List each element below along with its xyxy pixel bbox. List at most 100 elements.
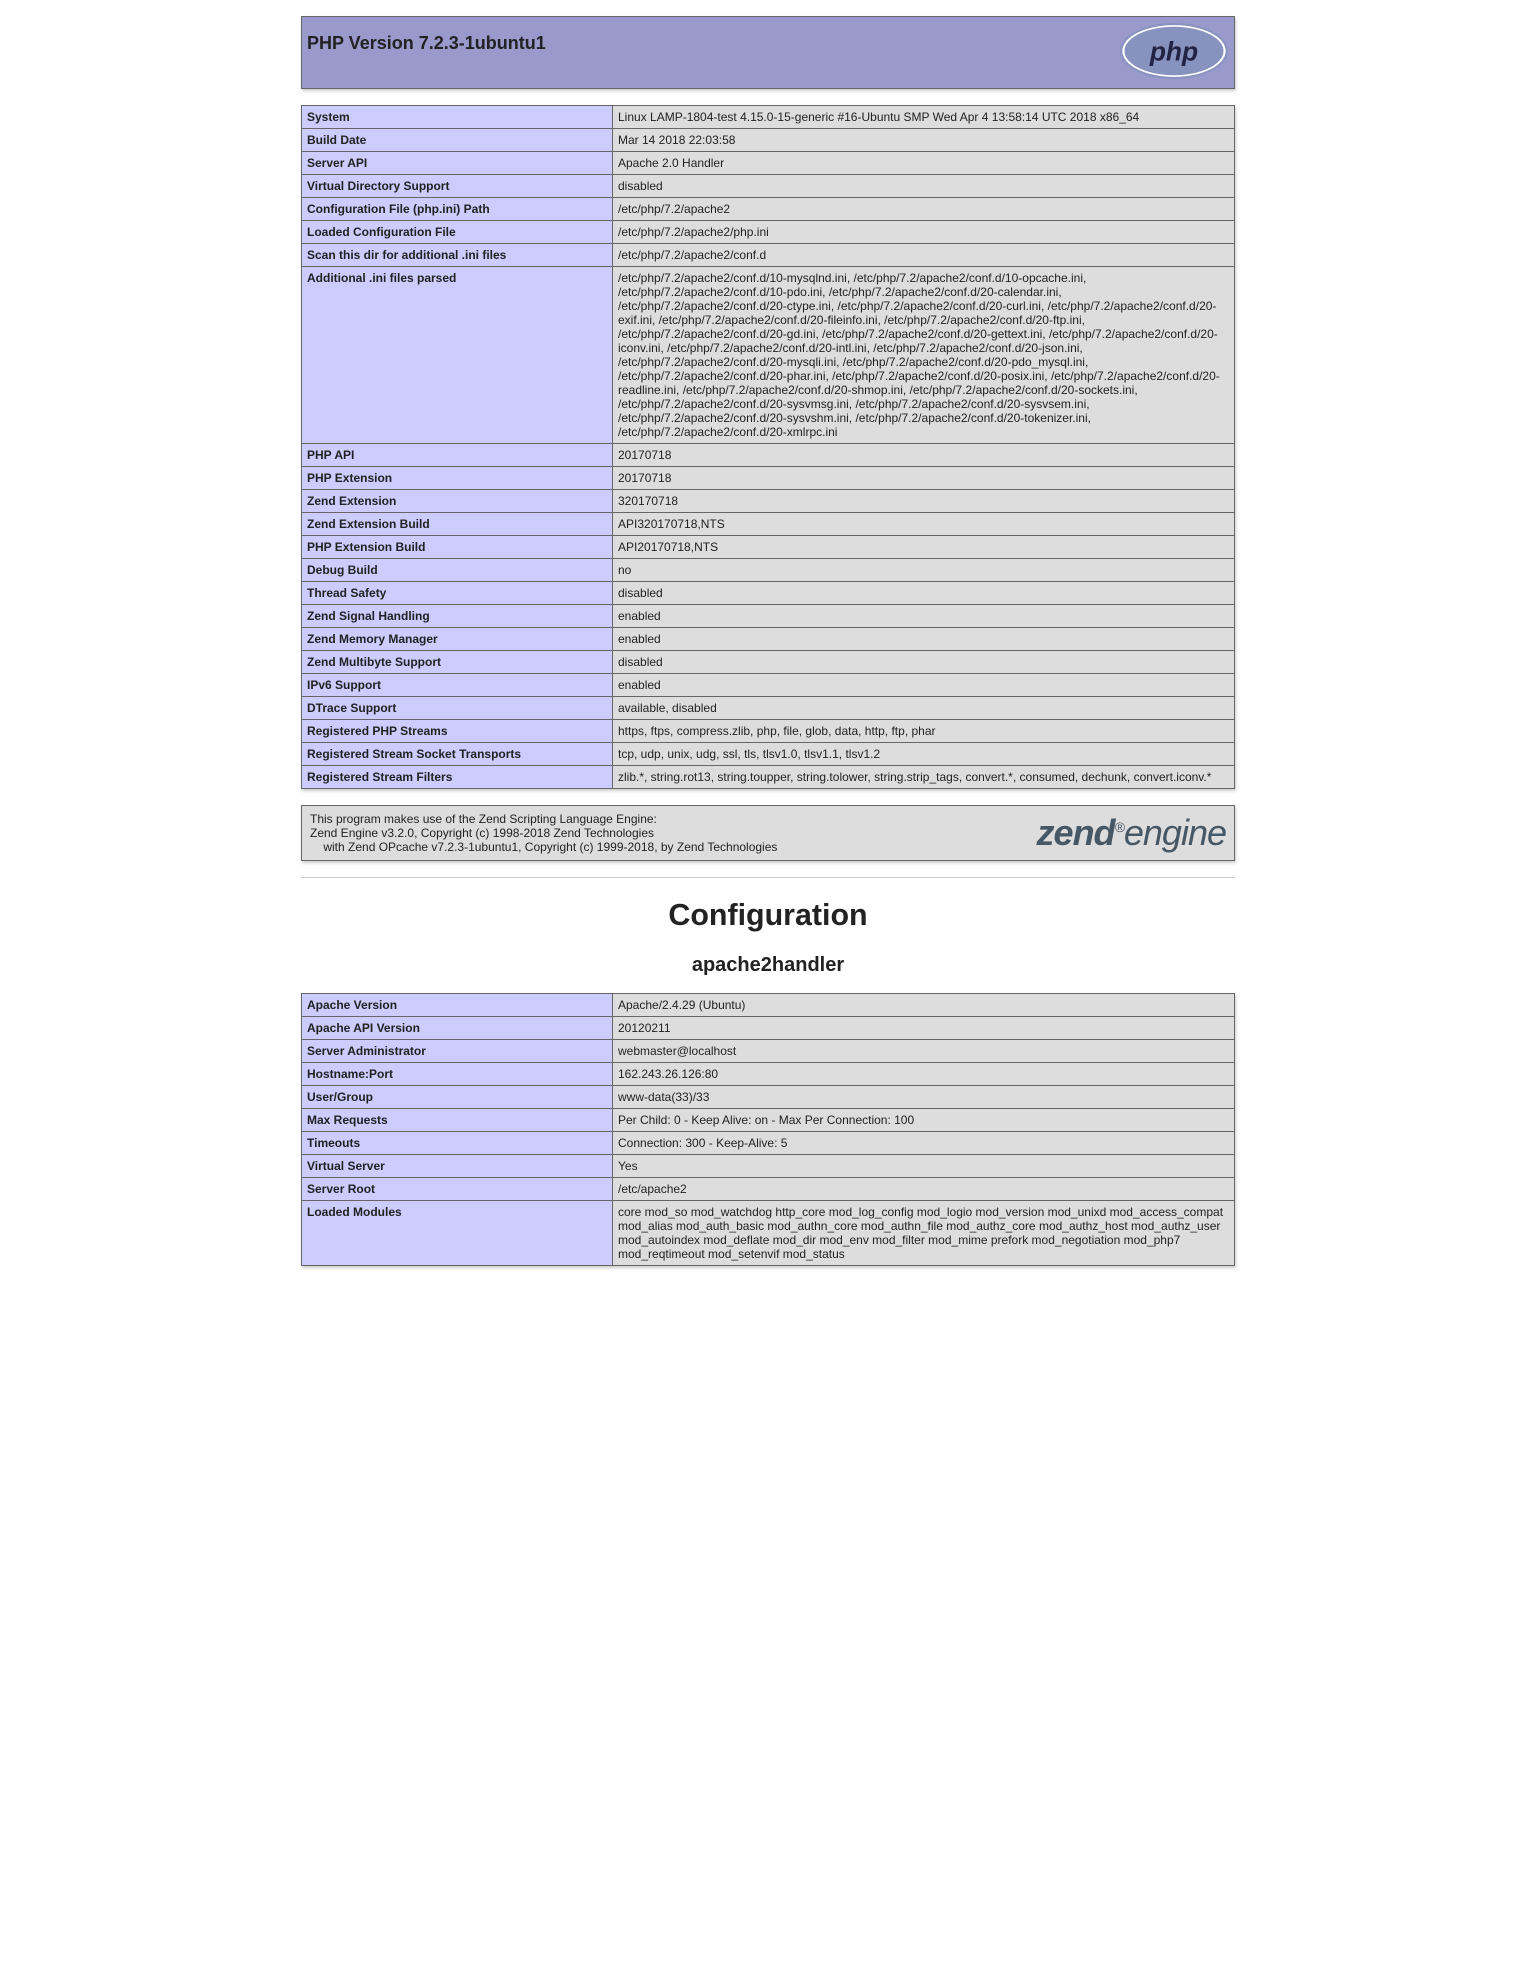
zend-engine-box: This program makes use of the Zend Scrip… (301, 805, 1235, 861)
table-row: Zend Memory Managerenabled (302, 628, 1235, 651)
table-row: Apache VersionApache/2.4.29 (Ubuntu) (302, 994, 1235, 1017)
table-row: Virtual ServerYes (302, 1155, 1235, 1178)
table-row: Server APIApache 2.0 Handler (302, 152, 1235, 175)
header-table: php PHP Version 7.2.3-1ubuntu1 (301, 16, 1235, 89)
php-logo: php (1119, 21, 1229, 84)
row-value: Linux LAMP-1804-test 4.15.0-15-generic #… (613, 106, 1235, 129)
table-row: IPv6 Supportenabled (302, 674, 1235, 697)
row-label: Virtual Server (302, 1155, 613, 1178)
row-value: https, ftps, compress.zlib, php, file, g… (613, 720, 1235, 743)
row-label: Registered PHP Streams (302, 720, 613, 743)
row-label: Registered Stream Socket Transports (302, 743, 613, 766)
row-value: 20170718 (613, 467, 1235, 490)
row-value: disabled (613, 175, 1235, 198)
row-label: Scan this dir for additional .ini files (302, 244, 613, 267)
row-value: /etc/apache2 (613, 1178, 1235, 1201)
table-row: PHP API20170718 (302, 444, 1235, 467)
table-row: Additional .ini files parsed/etc/php/7.2… (302, 267, 1235, 444)
row-value: /etc/php/7.2/apache2/php.ini (613, 221, 1235, 244)
row-value: enabled (613, 628, 1235, 651)
row-value: Yes (613, 1155, 1235, 1178)
row-label: Thread Safety (302, 582, 613, 605)
row-label: Hostname:Port (302, 1063, 613, 1086)
table-row: Loaded Modulescore mod_so mod_watchdog h… (302, 1201, 1235, 1266)
row-label: Server Administrator (302, 1040, 613, 1063)
row-label: Virtual Directory Support (302, 175, 613, 198)
row-label: Zend Memory Manager (302, 628, 613, 651)
row-value: Apache 2.0 Handler (613, 152, 1235, 175)
row-label: System (302, 106, 613, 129)
row-label: Timeouts (302, 1132, 613, 1155)
row-value: zlib.*, string.rot13, string.toupper, st… (613, 766, 1235, 789)
info-table: SystemLinux LAMP-1804-test 4.15.0-15-gen… (301, 105, 1235, 789)
row-value: disabled (613, 582, 1235, 605)
row-value: API20170718,NTS (613, 536, 1235, 559)
row-label: PHP Extension Build (302, 536, 613, 559)
table-row: Configuration File (php.ini) Path/etc/ph… (302, 198, 1235, 221)
row-label: Build Date (302, 129, 613, 152)
table-row: Zend Extension320170718 (302, 490, 1235, 513)
row-label: DTrace Support (302, 697, 613, 720)
configuration-heading: Configuration (0, 898, 1536, 933)
row-value: /etc/php/7.2/apache2 (613, 198, 1235, 221)
row-label: Zend Extension (302, 490, 613, 513)
table-row: Virtual Directory Supportdisabled (302, 175, 1235, 198)
table-row: Zend Signal Handlingenabled (302, 605, 1235, 628)
row-label: Zend Extension Build (302, 513, 613, 536)
table-row: Server Root/etc/apache2 (302, 1178, 1235, 1201)
table-row: DTrace Supportavailable, disabled (302, 697, 1235, 720)
row-value: 320170718 (613, 490, 1235, 513)
page-title: PHP Version 7.2.3-1ubuntu1 (307, 33, 1229, 54)
table-row: Scan this dir for additional .ini files/… (302, 244, 1235, 267)
table-row: PHP Extension BuildAPI20170718,NTS (302, 536, 1235, 559)
table-row: Server Administratorwebmaster@localhost (302, 1040, 1235, 1063)
row-label: PHP API (302, 444, 613, 467)
row-value: Per Child: 0 - Keep Alive: on - Max Per … (613, 1109, 1235, 1132)
zend-logo: zend®engine (956, 806, 1235, 861)
table-row: Registered Stream Socket Transportstcp, … (302, 743, 1235, 766)
table-row: TimeoutsConnection: 300 - Keep-Alive: 5 (302, 1132, 1235, 1155)
table-row: Thread Safetydisabled (302, 582, 1235, 605)
module-heading: apache2handler (0, 954, 1536, 977)
row-label: Zend Multibyte Support (302, 651, 613, 674)
row-value: enabled (613, 674, 1235, 697)
table-row: Hostname:Port162.243.26.126:80 (302, 1063, 1235, 1086)
row-label: Apache API Version (302, 1017, 613, 1040)
table-row: Build DateMar 14 2018 22:03:58 (302, 129, 1235, 152)
row-label: User/Group (302, 1086, 613, 1109)
row-value: Connection: 300 - Keep-Alive: 5 (613, 1132, 1235, 1155)
table-row: SystemLinux LAMP-1804-test 4.15.0-15-gen… (302, 106, 1235, 129)
table-row: Registered PHP Streamshttps, ftps, compr… (302, 720, 1235, 743)
row-value: API320170718,NTS (613, 513, 1235, 536)
row-value: enabled (613, 605, 1235, 628)
table-row: PHP Extension20170718 (302, 467, 1235, 490)
table-row: User/Groupwww-data(33)/33 (302, 1086, 1235, 1109)
divider (301, 877, 1235, 878)
row-value: 20170718 (613, 444, 1235, 467)
row-label: Configuration File (php.ini) Path (302, 198, 613, 221)
row-label: Server API (302, 152, 613, 175)
row-value: Mar 14 2018 22:03:58 (613, 129, 1235, 152)
row-value: tcp, udp, unix, udg, ssl, tls, tlsv1.0, … (613, 743, 1235, 766)
table-row: Zend Multibyte Supportdisabled (302, 651, 1235, 674)
table-row: Debug Buildno (302, 559, 1235, 582)
row-value: www-data(33)/33 (613, 1086, 1235, 1109)
row-value: disabled (613, 651, 1235, 674)
apache2handler-table: Apache VersionApache/2.4.29 (Ubuntu)Apac… (301, 993, 1235, 1266)
table-row: Max RequestsPer Child: 0 - Keep Alive: o… (302, 1109, 1235, 1132)
row-label: Apache Version (302, 994, 613, 1017)
row-value: core mod_so mod_watchdog http_core mod_l… (613, 1201, 1235, 1266)
row-label: Max Requests (302, 1109, 613, 1132)
svg-text:php: php (1149, 36, 1198, 66)
row-value: Apache/2.4.29 (Ubuntu) (613, 994, 1235, 1017)
row-label: Server Root (302, 1178, 613, 1201)
table-row: Registered Stream Filterszlib.*, string.… (302, 766, 1235, 789)
row-value: 162.243.26.126:80 (613, 1063, 1235, 1086)
row-label: Registered Stream Filters (302, 766, 613, 789)
row-value: /etc/php/7.2/apache2/conf.d/10-mysqlnd.i… (613, 267, 1235, 444)
row-label: Debug Build (302, 559, 613, 582)
table-row: Zend Extension BuildAPI320170718,NTS (302, 513, 1235, 536)
row-value: available, disabled (613, 697, 1235, 720)
row-label: IPv6 Support (302, 674, 613, 697)
row-label: Loaded Modules (302, 1201, 613, 1266)
